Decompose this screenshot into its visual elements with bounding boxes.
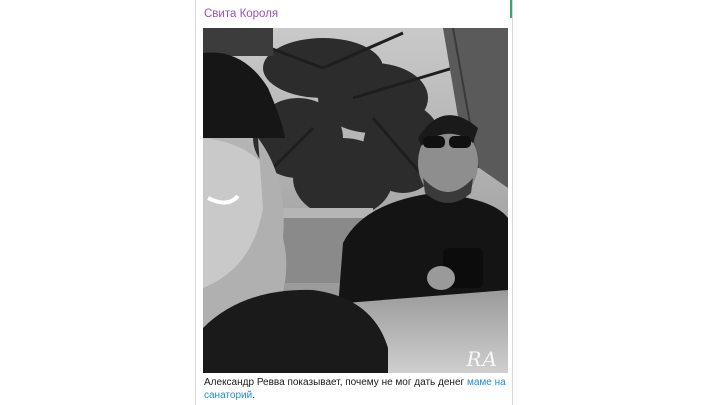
accent-line — [510, 0, 512, 18]
channel-name[interactable]: Свита Короля — [204, 7, 278, 21]
caption-end: . — [252, 389, 255, 401]
message-caption: Александр Ревва показывает, почему не мо… — [204, 377, 506, 402]
screen: Свита Короля RA Александр Ревва показыва… — [0, 0, 720, 405]
caption-text: Александр Ревва показывает, почему не мо… — [204, 377, 467, 388]
photo-image — [203, 28, 508, 373]
watermark: RA — [466, 347, 498, 371]
message-photo[interactable]: RA — [203, 28, 508, 373]
